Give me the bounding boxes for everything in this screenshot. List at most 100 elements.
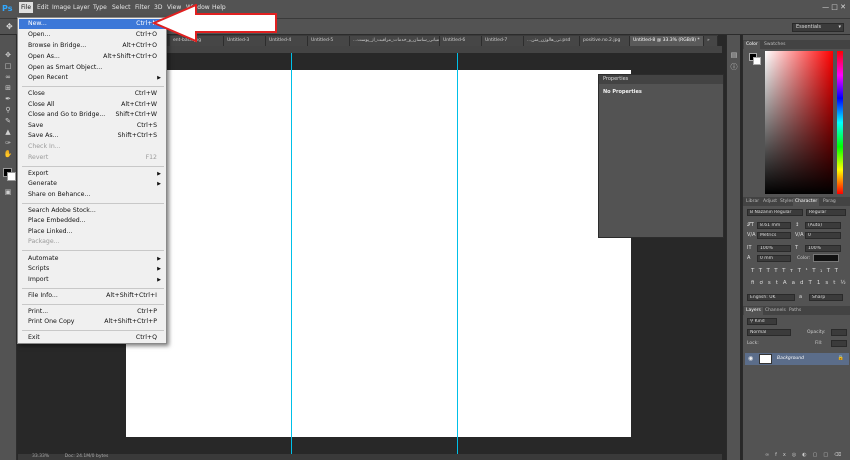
strikethrough-icon[interactable]: T	[835, 268, 843, 274]
menu-item-new[interactable]: New... Ctrl+N	[19, 19, 165, 29]
menu-item-place-linked[interactable]: Place Linked...	[19, 227, 165, 237]
tab-document[interactable]: Untitled-7	[482, 36, 524, 46]
text-color-swatch[interactable]	[813, 254, 839, 262]
tab-color[interactable]: Color	[744, 41, 760, 49]
tab-document[interactable]: ...مبانی_ساسان_و_خدمات_مراقبت_از_پوست.pd…	[350, 36, 440, 46]
menu-type[interactable]: Type	[93, 4, 107, 11]
titling-icon[interactable]: ad	[792, 280, 809, 286]
link-icon[interactable]: ∞	[765, 452, 775, 458]
fx-icon[interactable]: fx	[775, 452, 792, 458]
menu-item-scripts[interactable]: Scripts ▶	[19, 264, 165, 274]
tab-document-active[interactable]: Untitled-8 @ 33.3% (RGB/8) *	[630, 36, 704, 46]
tab-document[interactable]: ...تی_هالوژن_متن.psd	[524, 36, 580, 46]
baseline-shift-field[interactable]: 0 mm	[757, 255, 791, 262]
background-color-swatch[interactable]	[753, 57, 761, 65]
hue-slider[interactable]	[837, 51, 843, 194]
menu-item-open-as[interactable]: Open As... Alt+Shift+Ctrl+O	[19, 52, 165, 62]
layer-row[interactable]: ◉ Background 🔒	[745, 353, 849, 365]
menu-select[interactable]: Select	[112, 4, 131, 11]
pen-tool-icon[interactable]: ✑	[3, 139, 13, 148]
menu-item-print-one-copy[interactable]: Print One Copy Alt+Shift+Ctrl+P	[19, 317, 165, 327]
background-color-swatch[interactable]	[7, 172, 16, 181]
font-size-field[interactable]: 8.61 mm	[757, 222, 791, 229]
move-tool-icon[interactable]: ✥	[3, 51, 13, 60]
tab-paths[interactable]: Paths	[787, 307, 803, 315]
ordinals-icon[interactable]: T	[809, 280, 817, 286]
document-canvas[interactable]	[126, 70, 631, 437]
fill-field[interactable]	[831, 340, 847, 347]
history-panel-icon[interactable]: ▤	[729, 51, 739, 60]
properties-title[interactable]: Properties	[599, 75, 723, 84]
small-caps-icon[interactable]: Tт	[782, 268, 798, 274]
menu-item-import[interactable]: Import ▶	[19, 275, 165, 285]
menu-item-generate[interactable]: Generate ▶	[19, 179, 165, 189]
menu-item-open[interactable]: Open... Ctrl+O	[19, 30, 165, 40]
all-caps-icon[interactable]: TT	[767, 268, 783, 274]
healing-tool-icon[interactable]: ⚲	[3, 106, 13, 115]
menu-item-automate[interactable]: Automate ▶	[19, 254, 165, 264]
vertical-scale-field[interactable]: 100%	[757, 245, 791, 252]
tab-character[interactable]: Character	[793, 198, 820, 206]
layer-filter-kind[interactable]: ⚲ Kind	[747, 318, 777, 325]
guide-line[interactable]	[291, 53, 292, 454]
menu-item-file-info[interactable]: File Info... Alt+Shift+Ctrl+I	[19, 291, 165, 301]
tab-libraries[interactable]: Librar	[744, 198, 761, 206]
menu-filter[interactable]: Filter	[135, 4, 150, 11]
tab-adjustments[interactable]: Adjust	[761, 198, 779, 206]
discretionary-ligature-icon[interactable]: ơ	[759, 280, 767, 286]
menu-image[interactable]: Image	[52, 4, 71, 11]
tab-document[interactable]: Untitled-6	[440, 36, 482, 46]
menu-item-open-as-smart-object[interactable]: Open as Smart Object...	[19, 63, 165, 73]
move-tool-icon[interactable]: ✥	[6, 22, 13, 31]
menu-file[interactable]: File	[19, 2, 34, 13]
swash-icon[interactable]: st	[768, 280, 783, 286]
menu-item-export[interactable]: Export ▶	[19, 169, 165, 179]
zoom-level[interactable]: 33.33%	[32, 454, 49, 459]
tab-document[interactable]: Untitled-5	[308, 36, 350, 46]
menu-layer[interactable]: Layer	[73, 4, 90, 11]
stamp-tool-icon[interactable]: ▲	[3, 128, 13, 137]
superscript-icon[interactable]: T¹	[798, 268, 813, 274]
menu-item-close[interactable]: Close Ctrl+W	[19, 89, 165, 99]
folder-icon[interactable]: ▢	[813, 452, 824, 458]
tab-document[interactable]: positive.no.2.jpg	[580, 36, 630, 46]
menu-item-place-embedded[interactable]: Place Embedded...	[19, 216, 165, 226]
mask-icon[interactable]: ◎	[792, 452, 802, 458]
fraction-icon[interactable]: ½	[840, 280, 850, 286]
menu-item-save[interactable]: Save Ctrl+S	[19, 121, 165, 131]
tab-channels[interactable]: Channels	[763, 307, 788, 315]
guide-line[interactable]	[457, 53, 458, 454]
faux-italic-icon[interactable]: T	[759, 268, 767, 274]
menu-item-print[interactable]: Print... Ctrl+P	[19, 307, 165, 317]
faux-bold-icon[interactable]: T	[751, 268, 759, 274]
kerning-field[interactable]: Metrics	[757, 232, 791, 239]
font-family-select[interactable]: B Nazanin Regular	[747, 209, 803, 216]
blend-mode-select[interactable]: Normal	[747, 329, 791, 336]
adjustment-icon[interactable]: ◐	[802, 452, 812, 458]
screen-mode-icon[interactable]: ▣	[3, 188, 13, 197]
menu-edit[interactable]: Edit	[37, 4, 49, 11]
trash-icon[interactable]: ⌫	[834, 452, 847, 458]
menu-item-browse-in-bridge[interactable]: Browse in Bridge... Alt+Ctrl+O	[19, 41, 165, 51]
menu-item-open-recent[interactable]: Open Recent ▶	[19, 73, 165, 83]
opacity-field[interactable]	[831, 329, 847, 336]
horizontal-scale-field[interactable]: 100%	[805, 245, 841, 252]
eyedropper-tool-icon[interactable]: ✒	[3, 95, 13, 104]
alternates-icon[interactable]: A	[783, 280, 792, 286]
underline-icon[interactable]: T	[827, 268, 835, 274]
tab-layers[interactable]: Layers	[744, 307, 763, 315]
subscript-icon[interactable]: T₁	[812, 268, 827, 274]
layer-name[interactable]: Background	[777, 356, 804, 361]
tracking-field[interactable]: 0	[805, 232, 841, 239]
menu-item-exit[interactable]: Exit Ctrl+Q	[19, 333, 165, 343]
hand-tool-icon[interactable]: ✋	[3, 150, 13, 159]
menu-item-close-and-go-to-bridge[interactable]: Close and Go to Bridge... Shift+Ctrl+W	[19, 110, 165, 120]
anti-alias-select[interactable]: Sharp	[809, 294, 843, 301]
menu-item-close-all[interactable]: Close All Alt+Ctrl+W	[19, 100, 165, 110]
fractions-icon[interactable]: 1st	[817, 280, 841, 286]
tab-swatches[interactable]: Swatches	[762, 41, 788, 49]
info-panel-icon[interactable]: ⓘ	[729, 63, 739, 72]
new-layer-icon[interactable]: □	[823, 452, 834, 458]
marquee-tool-icon[interactable]: □	[3, 62, 13, 71]
language-select[interactable]: English: UK	[747, 294, 795, 301]
